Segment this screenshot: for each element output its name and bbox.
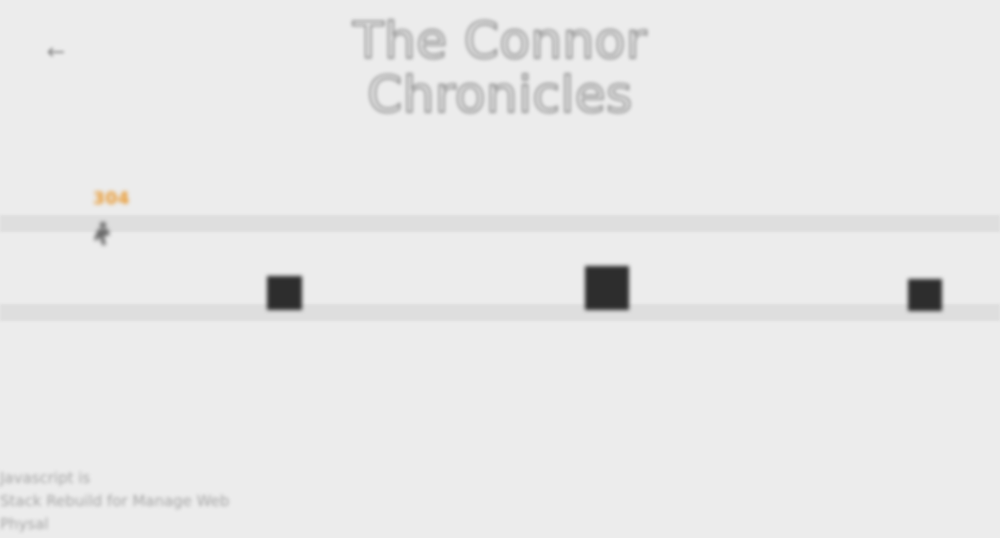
credits-line: Physal — [0, 515, 49, 533]
player-body — [94, 229, 110, 245]
page-title: The Connor Chronicles — [352, 12, 647, 124]
back-arrow-icon: ← — [46, 40, 66, 65]
credits-line: Javascript is — [0, 469, 91, 487]
ground-lane — [0, 304, 1000, 321]
player-sprite-icon — [94, 221, 110, 245]
player-head — [99, 221, 107, 229]
obstacle-block — [908, 279, 942, 311]
score-counter: 304 — [93, 189, 130, 209]
upper-lane-divider — [0, 215, 1000, 232]
credits-line: Stack Rebuild for Manage Web — [0, 492, 230, 510]
credits-text: Javascript is Stack Rebuild for Manage W… — [0, 467, 229, 536]
back-button[interactable]: ← — [40, 38, 72, 68]
obstacle-block — [585, 266, 629, 310]
obstacle-block — [267, 276, 302, 310]
